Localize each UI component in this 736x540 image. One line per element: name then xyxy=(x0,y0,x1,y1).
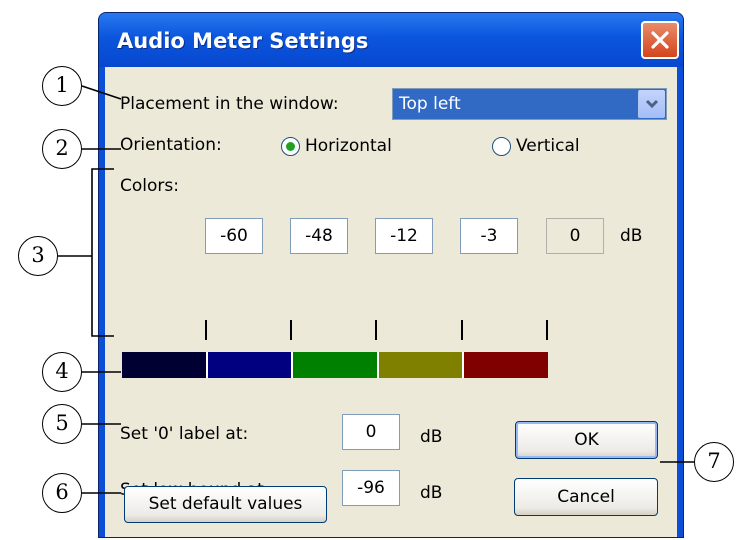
callout-lines xyxy=(58,85,694,494)
callout-3: 3 xyxy=(18,236,58,276)
callout-2: 2 xyxy=(42,129,82,169)
callout-5: 5 xyxy=(42,404,82,444)
callout-6: 6 xyxy=(42,473,82,513)
callout-4: 4 xyxy=(42,352,82,392)
callout-7: 7 xyxy=(694,442,734,482)
callout-1: 1 xyxy=(42,66,82,106)
